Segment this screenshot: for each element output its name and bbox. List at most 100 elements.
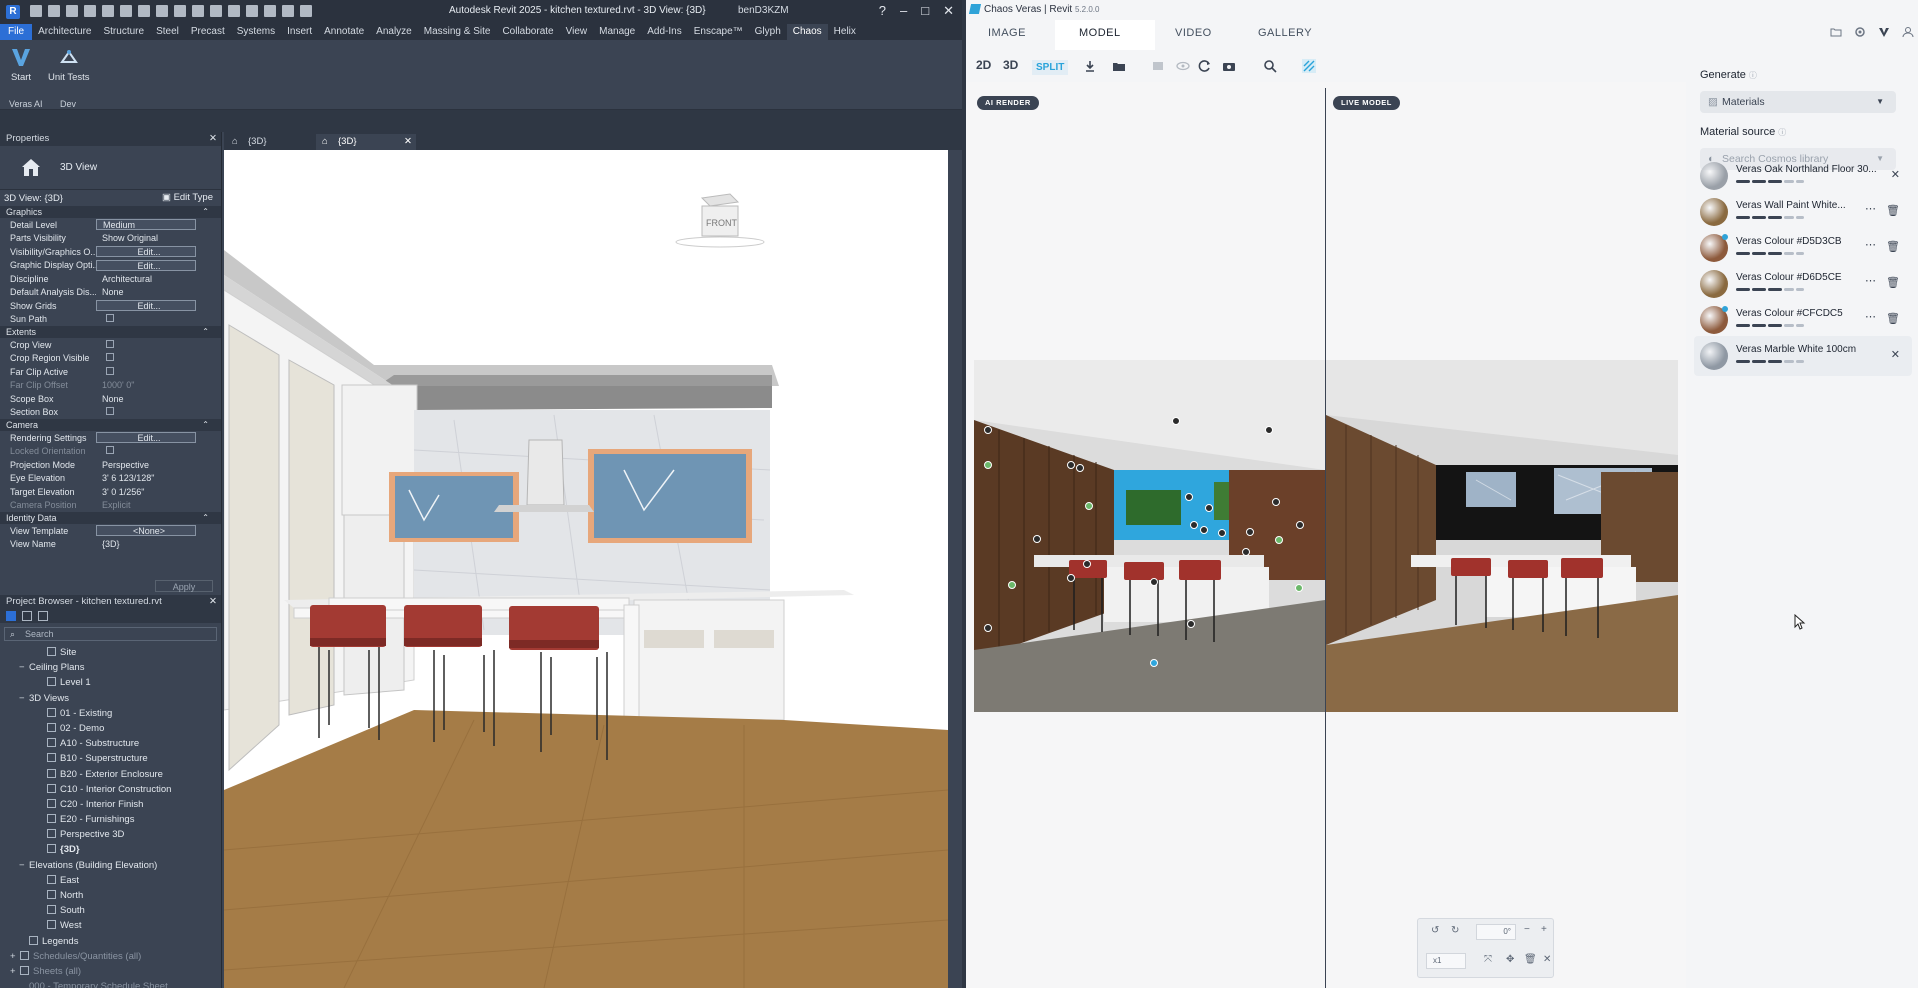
property-checkbox[interactable] — [96, 407, 196, 417]
info-icon[interactable]: ⓘ — [1778, 128, 1786, 137]
material-item[interactable]: Veras Colour #D6D5CE ⋯ 🗑 — [1694, 264, 1912, 304]
edit-type-button[interactable]: ▣ Edit Type — [162, 192, 213, 203]
tab-gallery[interactable]: GALLERY — [1258, 27, 1312, 39]
close-icon[interactable]: ✕ — [1543, 954, 1551, 965]
browser-item[interactable]: 01 - Existing — [0, 706, 221, 721]
ribbon-tab-steel[interactable]: Steel — [150, 24, 185, 40]
property-value[interactable]: {3D} — [96, 539, 196, 549]
property-checkbox[interactable] — [96, 314, 196, 324]
eye-icon[interactable] — [1176, 59, 1190, 73]
tab-video[interactable]: VIDEO — [1175, 27, 1212, 39]
gear-icon[interactable] — [1854, 26, 1866, 38]
browser-item[interactable]: B10 - Superstructure — [0, 751, 221, 766]
property-value[interactable]: 3' 6 123/128" — [96, 473, 196, 483]
refresh-icon[interactable] — [1198, 59, 1212, 73]
property-checkbox[interactable] — [96, 366, 196, 377]
move-icon[interactable]: ✥ — [1506, 954, 1514, 965]
rotate-right-icon[interactable]: ↻ — [1451, 925, 1459, 936]
browser-search-input[interactable]: Search — [4, 627, 217, 641]
thin-lines-icon[interactable] — [246, 5, 258, 17]
browser-item[interactable]: + Schedules/Quantities (all) — [0, 949, 221, 964]
scale-field[interactable]: x1 — [1426, 953, 1466, 969]
view-2d-button[interactable]: 2D — [976, 58, 991, 72]
browser-item[interactable]: A10 - Substructure — [0, 736, 221, 751]
user-icon[interactable] — [1902, 26, 1914, 38]
start-button[interactable]: Start — [10, 46, 32, 83]
text-icon[interactable] — [192, 5, 204, 17]
prop-section-extents[interactable]: Extents ⌃ — [0, 326, 221, 338]
sort-ascending-icon[interactable] — [22, 611, 32, 621]
browser-item[interactable]: West — [0, 918, 221, 933]
more-options-icon[interactable]: ⋯ — [1865, 274, 1876, 287]
property-value[interactable]: None — [96, 287, 196, 297]
save-icon[interactable] — [48, 5, 60, 17]
property-value[interactable]: <None> — [96, 525, 196, 537]
browser-item[interactable]: + Sheets (all) — [0, 964, 221, 979]
download-icon[interactable] — [1083, 59, 1097, 73]
delete-icon[interactable]: 🗑 — [1886, 312, 1900, 325]
view-3d-button[interactable]: 3D — [1003, 58, 1018, 72]
ribbon-tab-insert[interactable]: Insert — [281, 24, 318, 40]
more-options-icon[interactable]: ⋯ — [1865, 202, 1876, 215]
property-value[interactable]: Edit... — [96, 432, 196, 444]
browser-organize-icon[interactable] — [6, 611, 16, 621]
property-value[interactable]: Perspective — [96, 460, 196, 470]
remove-icon[interactable]: ✕ — [1891, 168, 1900, 181]
ribbon-tab-massing-site[interactable]: Massing & Site — [418, 24, 497, 40]
view-tab-1[interactable]: ⌂ {3D} — [226, 134, 306, 150]
ribbon-tab-manage[interactable]: Manage — [593, 24, 641, 40]
veras-brand-icon[interactable] — [1878, 26, 1890, 38]
print-icon[interactable] — [120, 5, 132, 17]
material-item[interactable]: Veras Marble White 100cm ✕ — [1694, 336, 1912, 376]
tab-model[interactable]: MODEL — [1079, 27, 1121, 39]
delete-icon[interactable]: 🗑 — [1886, 276, 1900, 289]
browser-item[interactable]: South — [0, 903, 221, 918]
folder-icon[interactable] — [1112, 59, 1126, 73]
help-icon[interactable]: ? — [879, 3, 886, 19]
property-value[interactable]: Edit... — [96, 300, 196, 312]
browser-item[interactable]: 000 - Temporary Schedule Sheet — [0, 979, 221, 988]
redo-icon[interactable] — [102, 5, 114, 17]
more-options-icon[interactable]: ⋯ — [1865, 310, 1876, 323]
delete-icon[interactable]: 🗑 — [1886, 240, 1900, 253]
close-tab-icon[interactable]: ✕ — [404, 134, 412, 150]
property-value[interactable]: Medium — [96, 219, 196, 231]
type-selector[interactable]: 3D View — [0, 146, 221, 190]
browser-item[interactable]: Level 1 — [0, 675, 221, 690]
ribbon-tab-architecture[interactable]: Architecture — [32, 24, 97, 40]
material-item[interactable]: Veras Colour #D5D3CB ⋯ 🗑 — [1694, 228, 1912, 268]
unit-tests-button[interactable]: Unit Tests — [48, 46, 90, 83]
browser-item[interactable]: Site — [0, 645, 221, 660]
browser-item[interactable]: C20 - Interior Finish — [0, 797, 221, 812]
fit-icon[interactable]: ⤧ — [1484, 954, 1492, 965]
checkbox[interactable] — [106, 314, 114, 323]
view-split-button[interactable]: SPLIT — [1032, 60, 1069, 75]
minimize-icon[interactable]: – — [900, 3, 907, 19]
delete-icon[interactable]: 🗑 — [1886, 204, 1900, 217]
browser-item[interactable]: Legends — [0, 934, 221, 949]
collapse-icon[interactable]: ⌃ — [202, 326, 209, 338]
user-account[interactable]: benD3KZM — [738, 5, 789, 16]
property-value[interactable]: Architectural — [96, 274, 196, 284]
switch-windows-icon[interactable] — [282, 5, 294, 17]
prop-section-camera[interactable]: Camera ⌃ — [0, 419, 221, 431]
dimension-icon[interactable] — [156, 5, 168, 17]
property-value[interactable]: Edit... — [96, 246, 196, 258]
ribbon-tab-view[interactable]: View — [560, 24, 594, 40]
sync-icon[interactable] — [66, 5, 78, 17]
overlay-pattern-icon[interactable] — [1302, 59, 1316, 73]
tree-toggle-icon[interactable]: + — [10, 949, 20, 964]
browser-item[interactable]: East — [0, 873, 221, 888]
more-options-icon[interactable]: ⋯ — [1865, 238, 1876, 251]
tree-toggle-icon[interactable]: − — [19, 691, 29, 706]
browser-item[interactable]: North — [0, 888, 221, 903]
tree-toggle-icon[interactable]: − — [19, 858, 29, 873]
close-icon[interactable]: ✕ — [209, 132, 217, 146]
customize-icon[interactable] — [300, 5, 312, 17]
tag-icon[interactable] — [174, 5, 186, 17]
open-icon[interactable] — [30, 5, 42, 17]
ribbon-tab-structure[interactable]: Structure — [97, 24, 150, 40]
tree-toggle-icon[interactable]: − — [19, 660, 29, 675]
collapse-icon[interactable]: ⌃ — [202, 512, 209, 524]
prop-section-graphics[interactable]: Graphics ⌃ — [0, 206, 221, 218]
